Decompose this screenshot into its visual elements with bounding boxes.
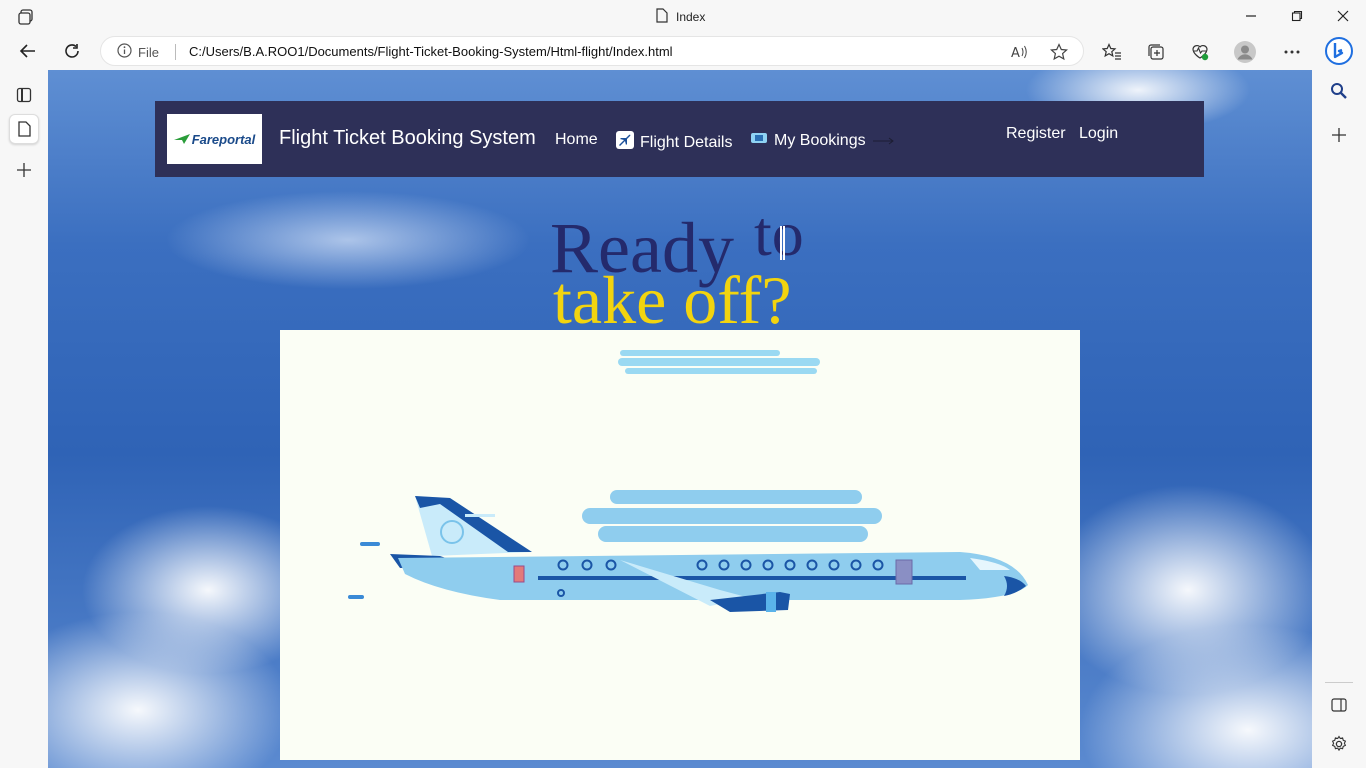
settings-gear-icon[interactable] (1328, 733, 1350, 755)
page-viewport: Fareportal Flight Ticket Booking System … (48, 70, 1312, 768)
browser-title-bar: Index (0, 0, 1366, 32)
close-button[interactable] (1328, 6, 1358, 26)
headline-take-off: take off? (553, 262, 792, 338)
refresh-button[interactable] (59, 40, 85, 62)
right-sidebar (1312, 70, 1366, 768)
hide-sidebar-icon[interactable] (1328, 694, 1350, 716)
nav-home-label: Home (555, 131, 598, 148)
add-sidebar-plus-icon[interactable] (1328, 124, 1350, 146)
performance-icon[interactable] (1189, 41, 1211, 63)
site-brand[interactable]: Flight Ticket Booking System (279, 127, 536, 150)
nav-flight-details-label: Flight Details (640, 133, 733, 151)
address-bar[interactable]: File C:/Users/B.A.ROO1/Documents/Flight-… (100, 36, 1084, 66)
info-icon (117, 43, 132, 61)
browser-toolbar: File C:/Users/B.A.ROO1/Documents/Flight-… (0, 32, 1366, 70)
restore-button[interactable] (1282, 6, 1312, 26)
minimize-button[interactable] (1236, 6, 1266, 26)
search-icon[interactable] (1328, 80, 1350, 102)
nav-home[interactable]: Home (555, 131, 598, 149)
address-separator (175, 44, 176, 60)
login-link[interactable]: Login (1079, 125, 1118, 143)
new-tab-plus-icon[interactable] (9, 155, 39, 185)
airplane-illustration (348, 350, 1028, 612)
file-label: File (138, 44, 159, 60)
window-title-text: Index (676, 10, 706, 24)
fareportal-logo[interactable]: Fareportal (167, 114, 262, 164)
window-title: Index (656, 8, 705, 26)
back-button[interactable] (15, 40, 41, 62)
site-info[interactable]: File (117, 43, 159, 61)
vertical-tab-bar (0, 70, 48, 768)
ticket-icon (750, 131, 768, 150)
headline-to: to (754, 198, 804, 269)
nav-my-bookings[interactable]: My Bookings (750, 131, 896, 150)
read-aloud-icon[interactable]: A (1009, 42, 1029, 62)
nav-my-bookings-label: My Bookings (774, 131, 866, 149)
airplane-icon (616, 131, 634, 154)
active-tab-page-icon[interactable] (9, 114, 39, 144)
svg-text:A: A (1011, 46, 1020, 60)
logo-text: Fareportal (191, 131, 256, 147)
text-cursor (780, 226, 785, 260)
profile-avatar[interactable] (1234, 41, 1256, 63)
collections-icon[interactable] (1145, 41, 1167, 63)
favorite-star-icon[interactable] (1049, 42, 1069, 62)
hero-illustration (280, 330, 1080, 760)
arrow-icon (872, 132, 896, 150)
bing-chat-icon[interactable] (1324, 36, 1354, 66)
tab-actions-icon[interactable] (17, 8, 35, 26)
site-navbar: Fareportal Flight Ticket Booking System … (155, 101, 1204, 177)
more-options-icon[interactable] (1281, 41, 1303, 63)
favorites-icon[interactable] (1101, 41, 1123, 63)
register-link[interactable]: Register (1006, 125, 1066, 143)
page-icon (656, 8, 668, 26)
nav-flight-details[interactable]: Flight Details (616, 131, 732, 154)
tab-panel-icon[interactable] (9, 80, 39, 110)
url-text[interactable]: C:/Users/B.A.ROO1/Documents/Flight-Ticke… (189, 44, 673, 59)
sidebar-divider (1325, 682, 1353, 683)
